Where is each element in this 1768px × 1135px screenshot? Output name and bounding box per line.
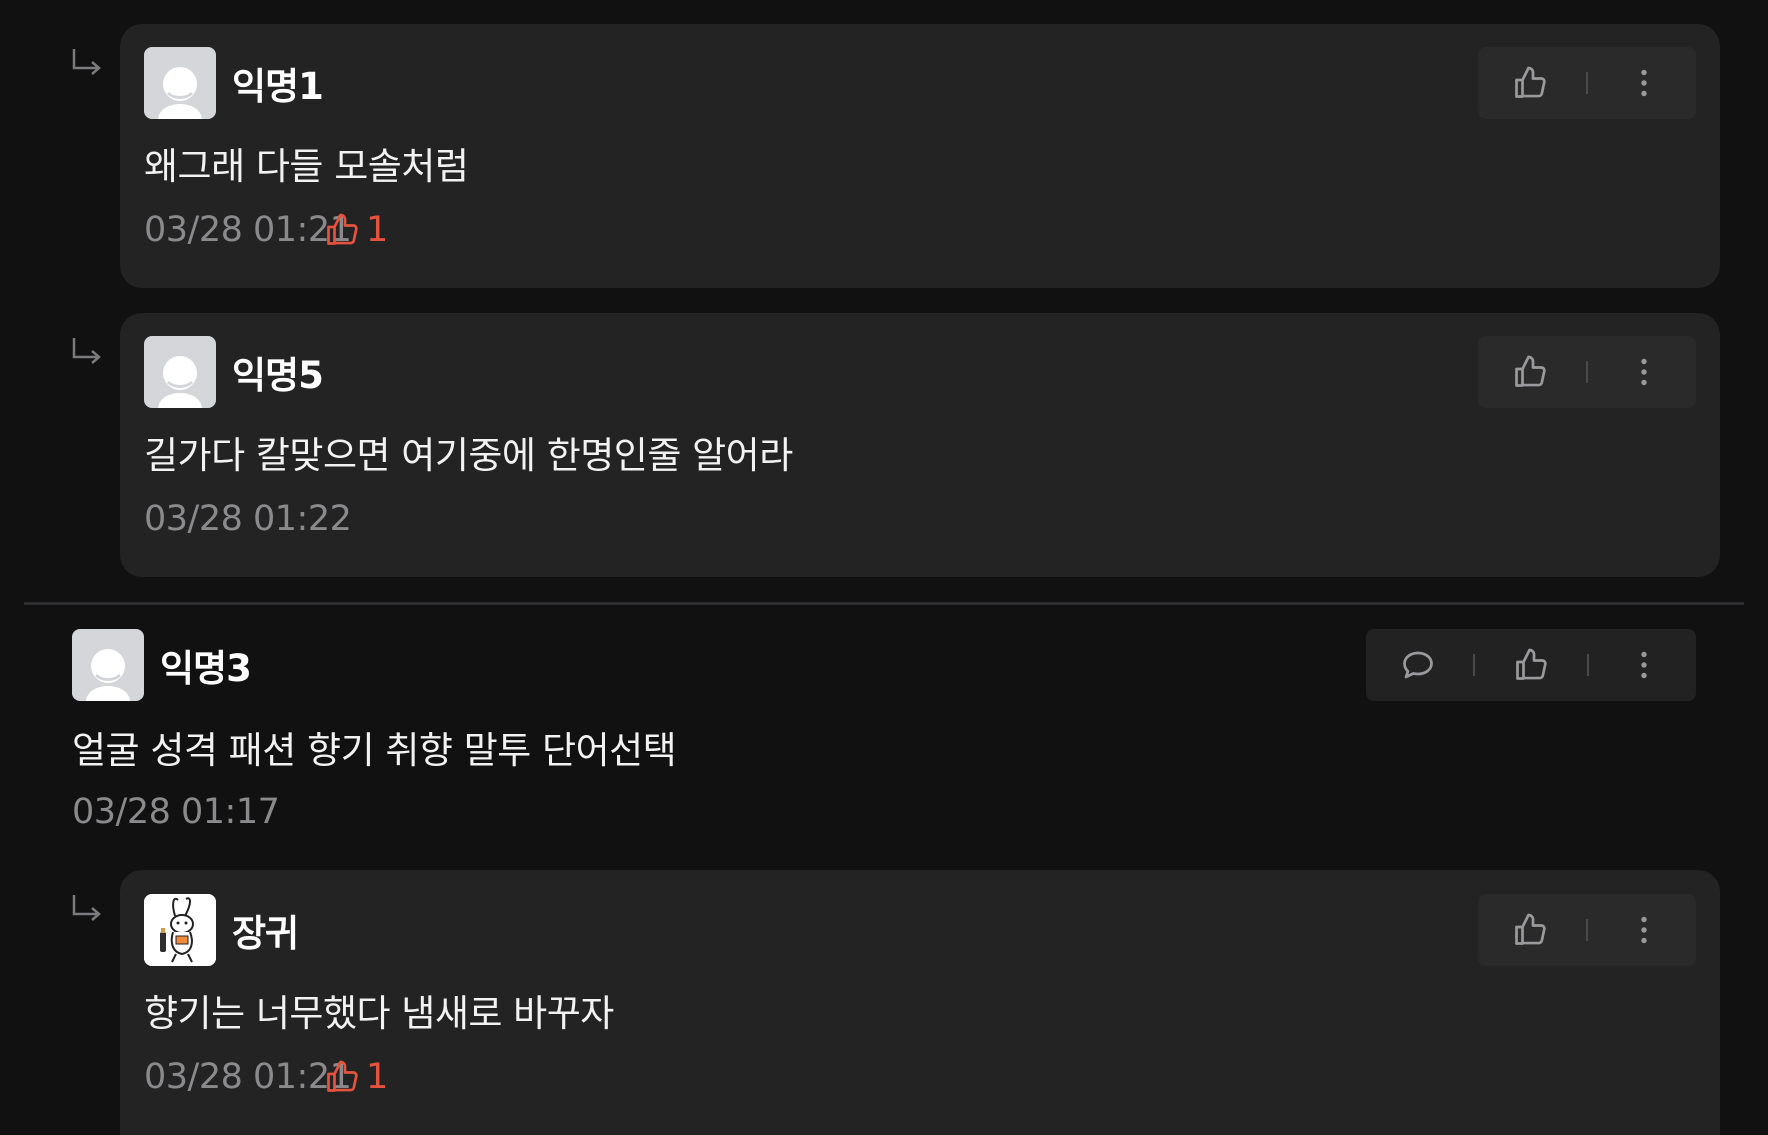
thumbs-up-icon [1515, 355, 1546, 387]
action-separator [1473, 654, 1476, 676]
like-button[interactable] [1502, 902, 1558, 958]
default-avatar-icon [86, 649, 130, 701]
comment-author: 익명5 [232, 354, 324, 397]
like-count-value: 1 [366, 1057, 389, 1097]
comment-text: 왜그래 다들 모솔처럼 [144, 145, 469, 188]
more-vertical-icon [1641, 69, 1647, 97]
more-vertical-icon [1641, 916, 1647, 944]
avatar[interactable] [72, 629, 144, 701]
comment-time: 03/28 01:17 [72, 792, 280, 832]
comment-time: 03/28 01:21 [144, 210, 352, 250]
thumbs-up-icon [1516, 648, 1547, 680]
reply-arrow-icon [72, 49, 101, 75]
comment-text: 길가다 칼맞으면 여기중에 한명인줄 알어라 [144, 434, 793, 477]
avatar[interactable] [144, 47, 216, 119]
comment-thread: 익명1 왜그래 다들 모솔처럼 03/28 01:21 1 익명5 길가다 칼맞… [0, 0, 1768, 1135]
avatar[interactable] [144, 894, 216, 966]
reply-arrow-icon [72, 895, 101, 921]
comment-actions [1478, 47, 1696, 119]
more-options-button[interactable] [1616, 902, 1672, 958]
comment-time: 03/28 01:22 [144, 499, 352, 539]
thumbs-up-icon [1515, 913, 1546, 945]
like-count: 1 [324, 210, 388, 250]
like-count: 1 [324, 1057, 388, 1097]
comment-text: 얼굴 성격 패션 향기 취향 말투 단어선택 [72, 729, 677, 772]
default-avatar-icon [158, 356, 202, 408]
reply-card: 장귀 향기는 너무했다 냄새로 바꾸자 03/28 01:21 1 [120, 870, 1720, 1135]
more-vertical-icon [1641, 651, 1647, 679]
reply-arrow-icon [72, 338, 101, 364]
comment-divider [24, 602, 1744, 605]
speech-bubble-icon [1402, 651, 1433, 679]
reply-card: 익명1 왜그래 다들 모솔처럼 03/28 01:21 1 [120, 24, 1720, 288]
comment-author: 익명1 [232, 65, 324, 108]
comment-text: 향기는 너무했다 냄새로 바꾸자 [144, 992, 614, 1035]
comment-actions [1478, 894, 1696, 966]
like-button[interactable] [1502, 344, 1558, 400]
thumbs-up-icon [327, 1060, 358, 1092]
comment-actions [1478, 336, 1696, 408]
more-options-button[interactable] [1616, 55, 1672, 111]
more-options-button[interactable] [1616, 637, 1672, 693]
action-separator [1586, 654, 1589, 676]
comment-time: 03/28 01:21 [144, 1057, 352, 1097]
comment-author: 장귀 [232, 912, 299, 955]
comment-actions [1366, 629, 1696, 701]
default-avatar-icon [158, 67, 202, 119]
thumbs-up-icon [1515, 66, 1546, 98]
thumbs-up-icon [327, 213, 358, 245]
action-separator [1586, 72, 1588, 94]
more-vertical-icon [1641, 358, 1647, 386]
comment: 익명3 얼굴 성격 패션 향기 취향 말투 단어선택 03/28 01:17 [0, 628, 1768, 868]
avatar[interactable] [144, 336, 216, 408]
bunny-avatar-icon [144, 894, 216, 966]
like-button[interactable] [1502, 55, 1558, 111]
like-count-value: 1 [366, 210, 389, 250]
action-separator [1586, 361, 1588, 383]
comment-author: 익명3 [160, 647, 252, 690]
like-button[interactable] [1503, 637, 1559, 693]
reply-card: 익명5 길가다 칼맞으면 여기중에 한명인줄 알어라 03/28 01:22 [120, 313, 1720, 577]
reply-button[interactable] [1390, 637, 1446, 693]
more-options-button[interactable] [1616, 344, 1672, 400]
action-separator [1586, 919, 1588, 941]
